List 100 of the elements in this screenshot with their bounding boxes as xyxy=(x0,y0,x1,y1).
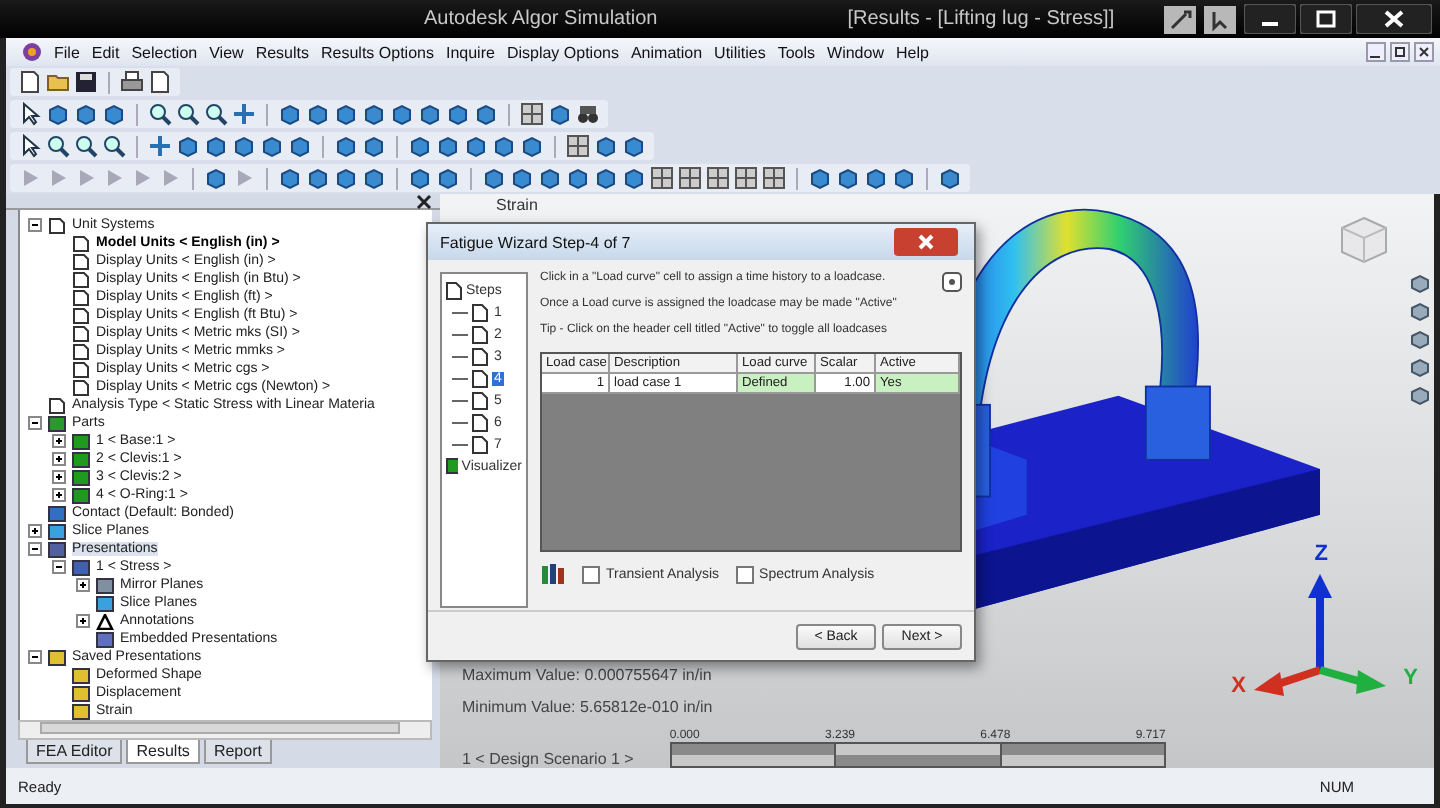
cube-icon[interactable] xyxy=(278,102,302,127)
close-button[interactable] xyxy=(1356,4,1432,35)
app-logo-icon[interactable] xyxy=(22,42,42,63)
menu-item[interactable]: File xyxy=(54,43,80,62)
expander-icon[interactable] xyxy=(52,452,66,467)
cube-icon[interactable] xyxy=(520,134,544,159)
books-icon[interactable] xyxy=(540,562,566,587)
cube-icon[interactable] xyxy=(548,102,572,127)
cube-icon[interactable] xyxy=(306,102,330,127)
checkbox[interactable] xyxy=(582,565,600,584)
cube-icon[interactable] xyxy=(594,134,618,159)
menu-item[interactable]: Results xyxy=(255,43,309,62)
cube-icon[interactable] xyxy=(362,134,386,159)
printer-icon[interactable] xyxy=(120,70,144,95)
menu-item[interactable]: View xyxy=(209,43,244,62)
cube-icon[interactable] xyxy=(334,102,358,127)
cube-icon[interactable] xyxy=(204,134,228,159)
page-icon[interactable] xyxy=(148,70,172,95)
cube-icon[interactable] xyxy=(808,166,832,191)
close-icon[interactable] xyxy=(416,194,432,211)
cube-icon[interactable] xyxy=(334,166,358,191)
cube-icon[interactable] xyxy=(538,166,562,191)
cube-icon[interactable] xyxy=(418,102,442,127)
magnifier-icon[interactable] xyxy=(74,134,98,159)
cube-icon[interactable] xyxy=(1410,302,1430,323)
grid-icon[interactable] xyxy=(706,166,730,191)
cube-icon[interactable] xyxy=(232,134,256,159)
cube-icon[interactable] xyxy=(864,166,888,191)
expander-icon[interactable] xyxy=(52,470,66,485)
grid-icon[interactable] xyxy=(678,166,702,191)
magnifier-icon[interactable] xyxy=(148,102,172,127)
binoculars-icon[interactable] xyxy=(576,102,600,127)
cube-icon[interactable] xyxy=(492,134,516,159)
cube-icon[interactable] xyxy=(390,102,414,127)
panel-tab[interactable]: Results xyxy=(126,740,200,765)
menu-item[interactable]: Window xyxy=(827,43,884,62)
menu-item[interactable]: Inquire xyxy=(445,43,495,62)
grid-icon[interactable] xyxy=(650,166,674,191)
cube-icon[interactable] xyxy=(836,166,860,191)
cube-icon[interactable] xyxy=(278,166,302,191)
menu-item[interactable]: Help xyxy=(895,43,929,62)
menu-item[interactable]: Utilities xyxy=(714,43,766,62)
expander-icon[interactable] xyxy=(28,650,42,665)
grid-icon[interactable] xyxy=(762,166,786,191)
expander-icon[interactable] xyxy=(52,488,66,503)
wrench-icon[interactable] xyxy=(1164,5,1196,34)
scrollbar[interactable] xyxy=(18,720,432,741)
cube-icon[interactable] xyxy=(288,134,312,159)
magnifier-icon[interactable] xyxy=(102,134,126,159)
cube-icon[interactable] xyxy=(1410,386,1430,407)
cube-icon[interactable] xyxy=(566,166,590,191)
expander-icon[interactable] xyxy=(28,218,42,233)
cube-icon[interactable] xyxy=(204,166,228,191)
cube-icon[interactable] xyxy=(510,166,534,191)
minimize-button[interactable] xyxy=(1244,4,1296,35)
maximize-button[interactable] xyxy=(1300,4,1352,35)
cross-icon[interactable] xyxy=(232,102,256,127)
cube-icon[interactable] xyxy=(892,166,916,191)
menu-item[interactable]: Tools xyxy=(777,43,816,62)
expander-icon[interactable] xyxy=(28,524,42,539)
expander-icon[interactable] xyxy=(52,560,66,575)
cube-icon[interactable] xyxy=(408,134,432,159)
page-icon[interactable] xyxy=(18,70,42,95)
cube-icon[interactable] xyxy=(306,166,330,191)
cube-icon[interactable] xyxy=(436,134,460,159)
cube-icon[interactable] xyxy=(464,134,488,159)
panel-tab[interactable]: Report xyxy=(203,740,272,765)
grid-icon[interactable] xyxy=(520,102,544,127)
expander-icon[interactable] xyxy=(76,614,90,629)
menu-item[interactable]: Edit xyxy=(91,43,120,62)
cube-icon[interactable] xyxy=(436,166,460,191)
expander-icon[interactable] xyxy=(28,416,42,431)
menu-item[interactable]: Results Options xyxy=(321,43,434,62)
expander-icon[interactable] xyxy=(28,542,42,557)
cube-icon[interactable] xyxy=(594,166,618,191)
cube-icon[interactable] xyxy=(362,102,386,127)
menu-item[interactable]: Display Options xyxy=(506,43,619,62)
expander-icon[interactable] xyxy=(76,578,90,593)
cube-icon[interactable] xyxy=(334,134,358,159)
grid-icon[interactable] xyxy=(566,134,590,159)
cube-icon[interactable] xyxy=(622,166,646,191)
cube-icon[interactable] xyxy=(46,102,70,127)
cube-icon[interactable] xyxy=(446,102,470,127)
checkbox[interactable] xyxy=(735,565,754,584)
cube-icon[interactable] xyxy=(482,166,506,191)
cross-icon[interactable] xyxy=(148,134,172,159)
cube-icon[interactable] xyxy=(474,102,498,127)
magnifier-icon[interactable] xyxy=(46,134,70,159)
cube-icon[interactable] xyxy=(362,166,386,191)
cube-icon[interactable] xyxy=(74,102,98,127)
cube-icon[interactable] xyxy=(176,134,200,159)
menu-item[interactable]: Selection xyxy=(131,43,198,62)
cube-icon[interactable] xyxy=(622,134,646,159)
menu-item[interactable]: Animation xyxy=(630,43,703,62)
cube-icon[interactable] xyxy=(260,134,284,159)
restore-button[interactable] xyxy=(1390,42,1410,63)
expander-icon[interactable] xyxy=(52,434,66,449)
cube-icon[interactable] xyxy=(102,102,126,127)
cube-icon[interactable] xyxy=(408,166,432,191)
magnifier-icon[interactable] xyxy=(176,102,200,127)
